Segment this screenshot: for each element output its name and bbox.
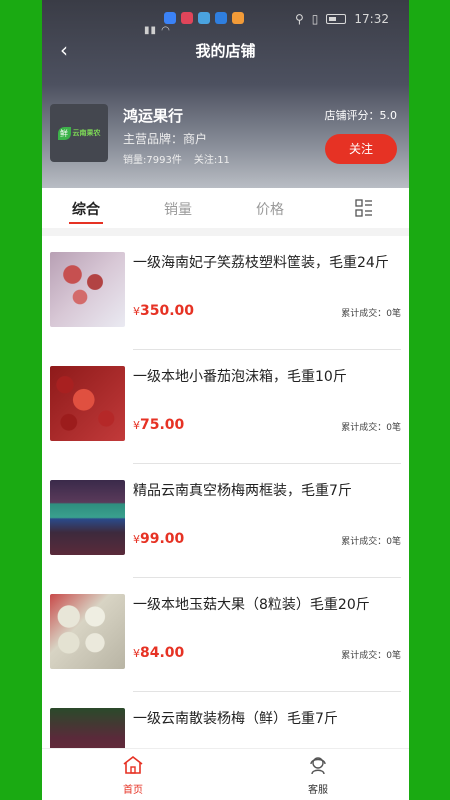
logo-text: 云南果农 [72, 129, 101, 137]
nav-customer-service[interactable]: 客服 [288, 755, 348, 796]
status-time: 17:32 [354, 12, 389, 26]
nav-service-label: 客服 [308, 785, 328, 796]
vibrate-icon: ▯ [311, 12, 319, 26]
signal-icon: ▮▮ ◠ [144, 25, 171, 36]
shop-sales: 销量:7993件 [123, 155, 182, 166]
tab-sales[interactable]: 销量 [164, 199, 192, 219]
product-item[interactable]: 一级海南妃子笑荔枝塑料筐装，毛重24斤 ¥350.00 累计成交：0笔 [42, 236, 409, 350]
product-item[interactable]: 一级本地小番茄泡沫箱，毛重10斤 ¥75.00 累计成交：0笔 [42, 350, 409, 464]
product-item[interactable]: 精品云南真空杨梅两框装，毛重7斤 ¥99.00 累计成交：0笔 [42, 464, 409, 578]
sort-tabs: 综合 销量 价格 [42, 188, 409, 228]
product-sold: 累计成交：0笔 [341, 309, 401, 319]
home-icon [123, 755, 143, 774]
product-price: ¥350.00 [133, 303, 195, 319]
product-image [50, 252, 125, 327]
shop-logo: 鲜 云南果农 [50, 104, 108, 162]
shop-name: 鸿运果行 [123, 107, 184, 125]
product-image [50, 480, 125, 555]
product-title: 一级云南散装杨梅（鲜）毛重7斤 [133, 711, 338, 727]
status-bar: ▮▮ ◠ ⚲ ▯ 17:32 [42, 0, 409, 40]
app-notification-icon [232, 12, 244, 24]
app-notification-icon [198, 12, 210, 24]
shop-rating: 店铺评分：5.0 [324, 109, 398, 122]
page-title: 我的店铺 [195, 42, 256, 60]
product-price: ¥75.00 [133, 417, 185, 433]
shop-followers: 关注:11 [193, 155, 230, 166]
bottom-navigation: 首页 客服 [42, 748, 409, 800]
tab-price[interactable]: 价格 [256, 199, 284, 219]
nav-home[interactable]: 首页 [103, 755, 163, 796]
product-item[interactable]: 一级本地玉菇大果（8粒装）毛重20斤 ¥84.00 累计成交：0笔 [42, 578, 409, 692]
product-title: 一级本地小番茄泡沫箱，毛重10斤 [133, 369, 347, 385]
product-title: 一级海南妃子笑荔枝塑料筐装，毛重24斤 [133, 255, 389, 271]
customer-service-icon [310, 757, 326, 775]
product-image [50, 366, 125, 441]
product-title: 一级本地玉菇大果（8粒装）毛重20斤 [133, 597, 370, 613]
app-notification-icon [164, 12, 176, 24]
product-image [50, 594, 125, 669]
nav-home-label: 首页 [123, 785, 143, 796]
follow-button[interactable]: 关注 [325, 134, 397, 164]
layout-toggle-icon[interactable] [355, 199, 373, 217]
product-price: ¥84.00 [133, 645, 185, 661]
product-list: 一级海南妃子笑荔枝塑料筐装，毛重24斤 ¥350.00 累计成交：0笔 一级本地… [42, 236, 409, 748]
product-title: 精品云南真空杨梅两框装，毛重7斤 [133, 483, 352, 499]
app-notification-icon [215, 12, 227, 24]
shop-stats: 销量:7993件 关注:11 [123, 151, 230, 166]
active-tab-indicator [69, 222, 103, 224]
status-right: ⚲ ▯ 17:32 [295, 12, 389, 26]
phone-screen: ▮▮ ◠ ⚲ ▯ 17:32 ‹ 我的店铺 鲜 云南果农 鸿运果行 主营品牌：商… [42, 0, 409, 800]
leaf-icon: 鲜 [57, 126, 71, 140]
product-sold: 累计成交：0笔 [341, 651, 401, 661]
notification-icons: ▮▮ ◠ [92, 12, 244, 36]
location-icon: ⚲ [295, 12, 304, 26]
product-item[interactable]: 一级云南散装杨梅（鲜）毛重7斤 [42, 692, 409, 748]
product-sold: 累计成交：0笔 [341, 423, 401, 433]
tab-comprehensive[interactable]: 综合 [72, 199, 100, 219]
product-sold: 累计成交：0笔 [341, 537, 401, 547]
product-image [50, 708, 125, 748]
battery-icon [326, 14, 347, 24]
product-price: ¥99.00 [133, 531, 185, 547]
shop-brand: 主营品牌：商户 [123, 132, 208, 146]
app-notification-icon [181, 12, 193, 24]
shop-header: ▮▮ ◠ ⚲ ▯ 17:32 ‹ 我的店铺 鲜 云南果农 鸿运果行 主营品牌：商… [42, 0, 409, 188]
